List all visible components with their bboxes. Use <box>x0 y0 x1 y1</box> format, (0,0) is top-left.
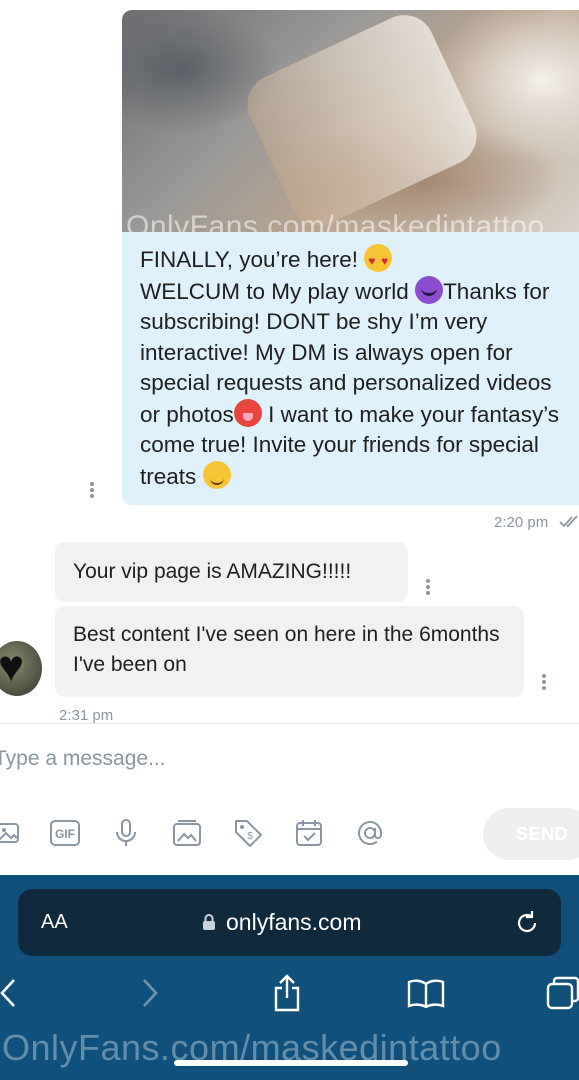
incoming-message-menu-icon[interactable] <box>542 674 546 690</box>
incoming-message-bubble: Best content I've seen on here in the 6m… <box>55 606 524 697</box>
forward-icon[interactable] <box>138 973 162 1013</box>
mention-icon[interactable] <box>355 818 385 848</box>
back-icon[interactable] <box>0 973 20 1013</box>
svg-text:$: $ <box>247 831 253 842</box>
read-receipt-icon <box>559 515 578 528</box>
outgoing-message-text: FINALLY, you’re here! WELCUM to My play … <box>140 244 571 492</box>
share-icon[interactable] <box>270 973 304 1013</box>
photo-watermark: OnlyFans.com/maskedintattoo <box>126 210 545 232</box>
price-tag-icon[interactable]: $ <box>233 818 263 848</box>
bookmarks-icon[interactable] <box>406 973 446 1013</box>
wink-emoji <box>202 460 231 489</box>
heart-eyes-emoji <box>364 244 393 277</box>
image-icon[interactable] <box>0 818 23 848</box>
incoming-message-text: Best content I've seen on here in the 6m… <box>73 623 500 676</box>
svg-text:GIF: GIF <box>55 827 75 841</box>
home-indicator[interactable] <box>174 1060 408 1066</box>
hot-face-emoji <box>233 398 262 427</box>
incoming-message-text: Your vip page is AMAZING!!!!! <box>73 560 352 583</box>
calendar-icon[interactable] <box>294 818 324 848</box>
microphone-icon[interactable] <box>111 818 141 848</box>
lock-icon <box>203 914 215 930</box>
outgoing-message-menu-icon[interactable] <box>90 482 94 498</box>
media-vault-icon[interactable] <box>172 818 202 848</box>
devil-emoji <box>415 275 444 304</box>
url-text: onlyfans.com <box>226 909 362 935</box>
outgoing-message-time: 2:20 pm <box>494 514 549 531</box>
gif-icon[interactable]: GIF <box>50 818 80 848</box>
message-input[interactable] <box>0 742 494 776</box>
chat-thread: OnlyFans.com/maskedintattoo FINALLY, you… <box>0 0 579 724</box>
address-bar[interactable]: AA onlyfans.com <box>18 889 561 956</box>
message-photo[interactable]: OnlyFans.com/maskedintattoo <box>122 10 579 232</box>
send-button[interactable]: SEND <box>483 808 579 860</box>
incoming-message-time: 2:31 pm <box>59 707 114 724</box>
browser-toolbar: AA onlyfans.com OnlyFans.com/maskedintat… <box>0 875 579 1080</box>
message-composer: GIF $ SEND <box>0 723 579 875</box>
incoming-message-bubble: Your vip page is AMAZING!!!!! <box>55 542 408 602</box>
sender-avatar[interactable] <box>0 641 42 696</box>
text-size-button[interactable]: AA <box>41 911 68 934</box>
incoming-message-menu-icon[interactable] <box>426 579 430 595</box>
reload-icon[interactable] <box>513 909 541 937</box>
outgoing-message-bubble: FINALLY, you’re here! WELCUM to My play … <box>122 232 579 505</box>
tabs-icon[interactable] <box>545 973 579 1013</box>
